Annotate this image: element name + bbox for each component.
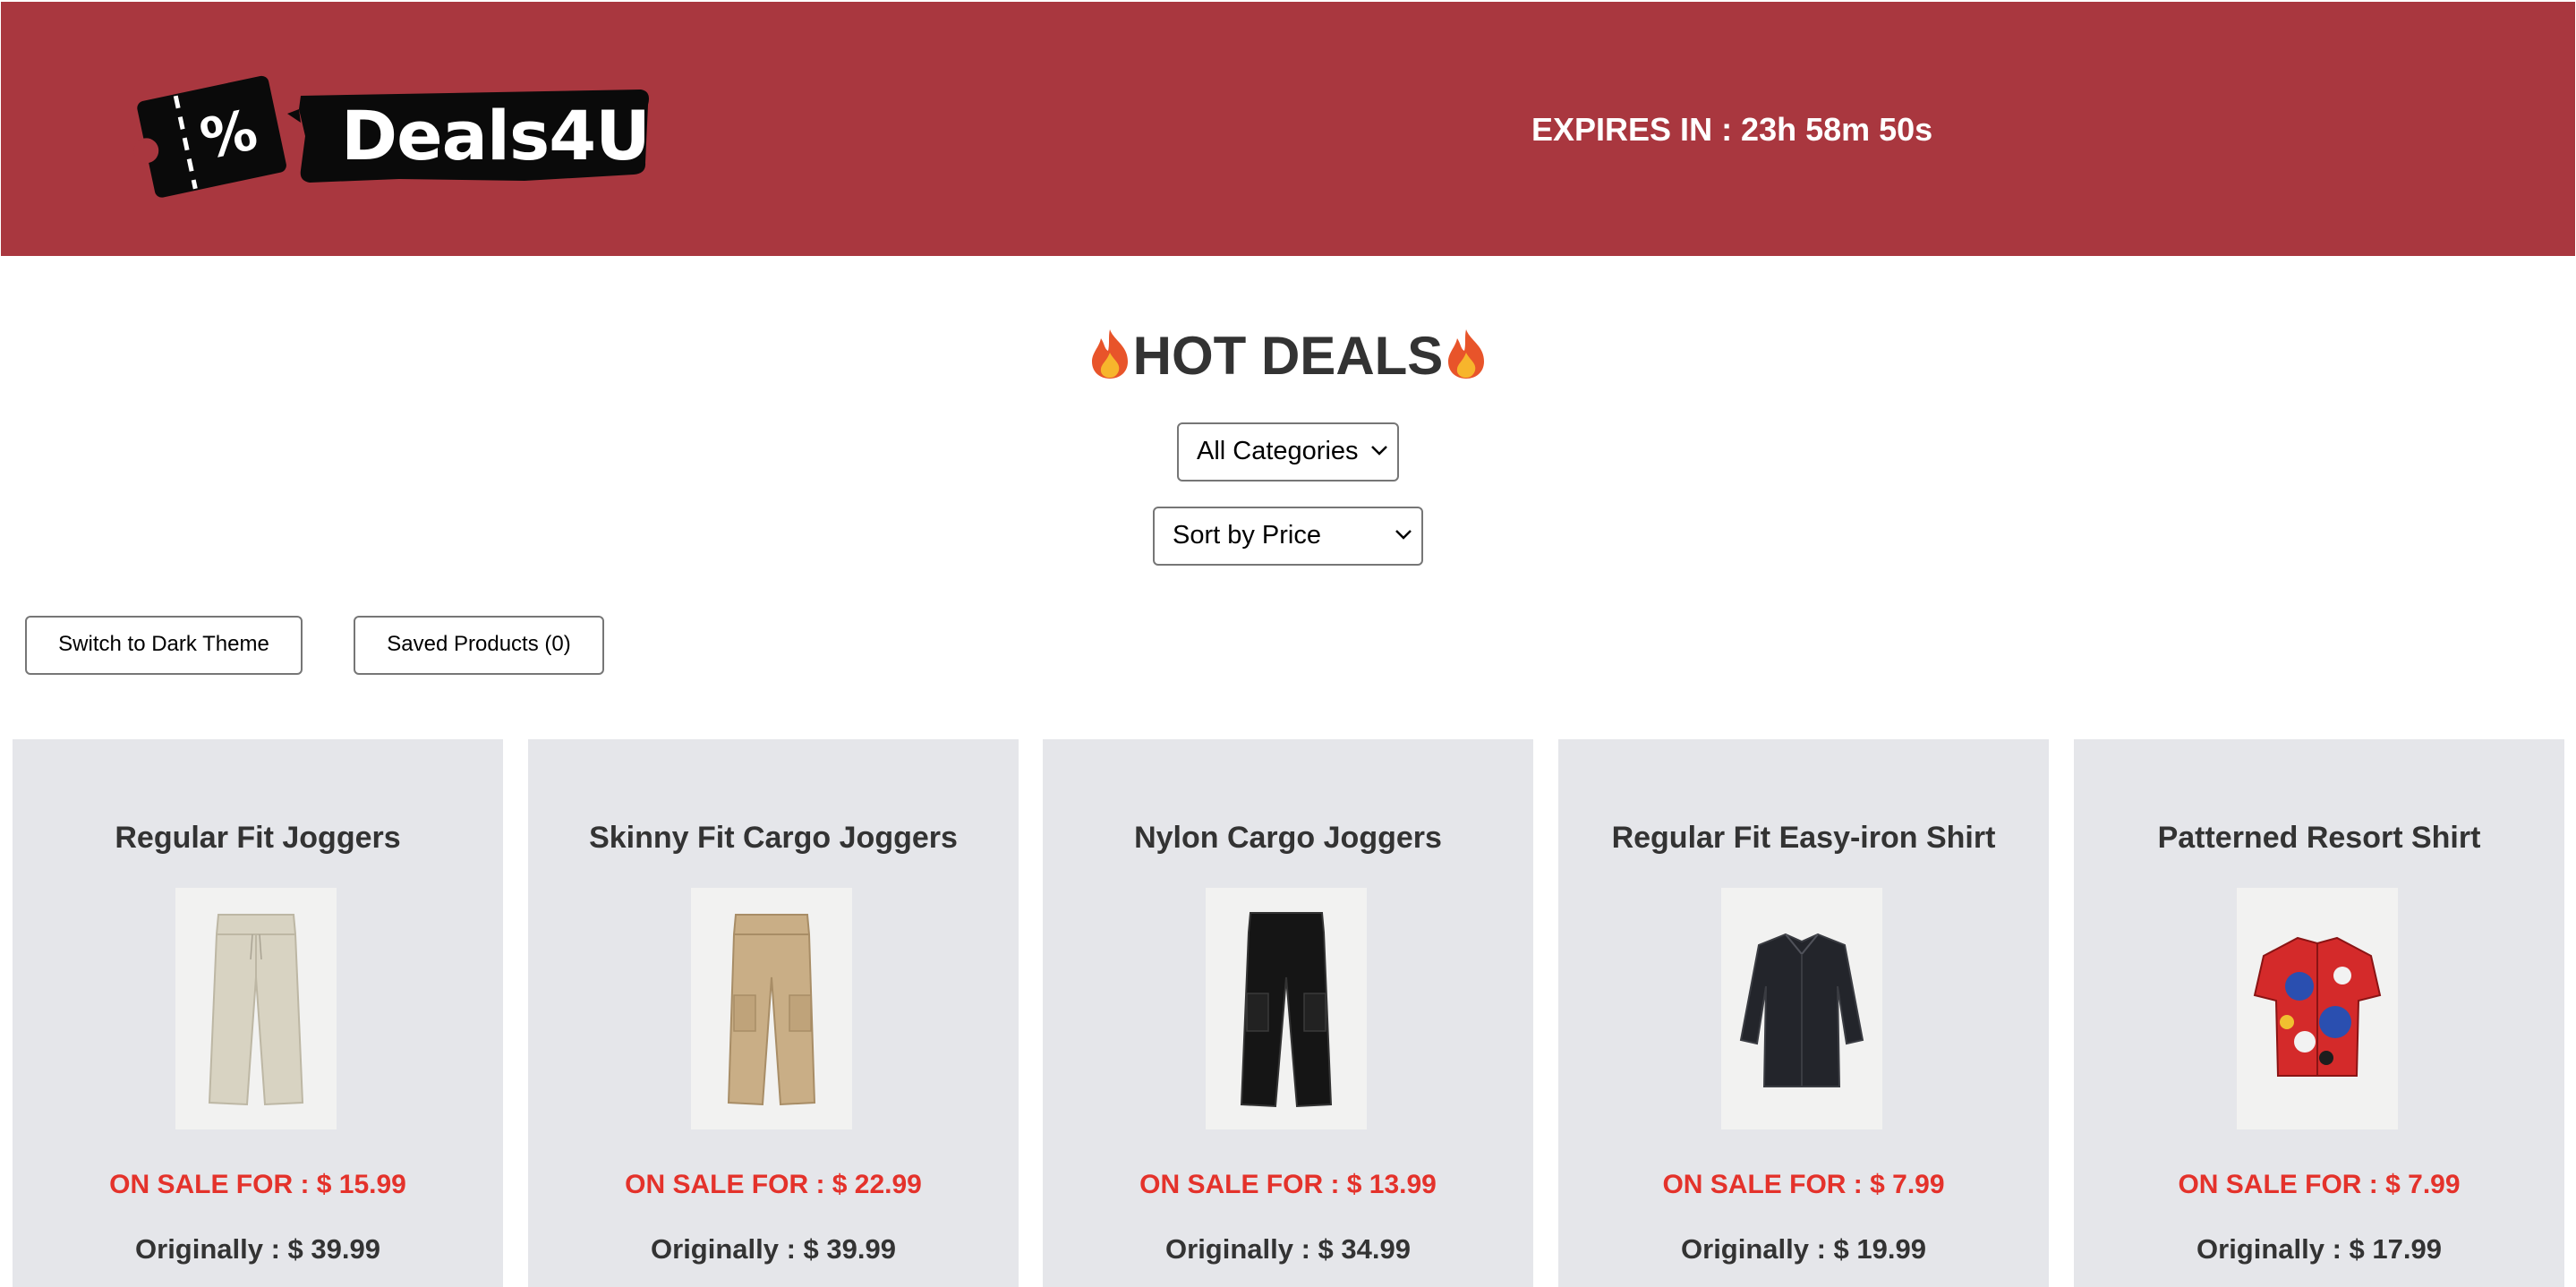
fire-icon xyxy=(1087,328,1133,379)
category-select-value: All Categories xyxy=(1197,437,1359,465)
sale-price: ON SALE FOR : $ 7.99 xyxy=(1662,1170,1945,1199)
original-price: Originally : $ 39.99 xyxy=(651,1233,896,1265)
khaki-cargo-joggers-image xyxy=(691,888,852,1129)
product-title: Regular Fit Joggers xyxy=(115,821,401,855)
sort-select-value: Sort by Price xyxy=(1173,521,1321,550)
product-card[interactable]: Patterned Resort Shirt ON SALE FOR : $ 7… xyxy=(2074,739,2564,1287)
sort-select[interactable]: Sort by Price xyxy=(1153,507,1423,566)
product-card[interactable]: Nylon Cargo Joggers ON SALE FOR : $ 13.9… xyxy=(1043,739,1533,1287)
original-price: Originally : $ 34.99 xyxy=(1165,1233,1411,1265)
deals4u-logo[interactable]: % Deals4U xyxy=(131,73,651,217)
original-price: Originally : $ 39.99 xyxy=(135,1233,380,1265)
logo-text: Deals4U xyxy=(341,96,651,175)
product-title: Nylon Cargo Joggers xyxy=(1134,821,1442,855)
sale-price: ON SALE FOR : $ 13.99 xyxy=(1139,1170,1437,1199)
chevron-down-icon xyxy=(1371,446,1387,456)
page-title: HOT DEALS xyxy=(0,324,2576,388)
expiry-timer: EXPIRES IN : 23h 58m 50s xyxy=(1531,111,1933,148)
beige-joggers-image xyxy=(175,888,337,1129)
original-price: Originally : $ 17.99 xyxy=(2196,1233,2442,1265)
product-card[interactable]: Regular Fit Easy-iron Shirt ON SALE FOR … xyxy=(1558,739,2049,1287)
page-title-text: HOT DEALS xyxy=(1132,326,1444,386)
site-header: % Deals4U EXPIRES IN : 23h 58m 50s xyxy=(1,2,2575,256)
black-cargo-joggers-image xyxy=(1206,888,1367,1129)
sale-price: ON SALE FOR : $ 22.99 xyxy=(625,1170,922,1199)
chevron-down-icon xyxy=(1395,530,1412,540)
product-title: Patterned Resort Shirt xyxy=(2157,821,2481,855)
saved-products-button[interactable]: Saved Products (0) xyxy=(354,616,604,675)
product-title: Regular Fit Easy-iron Shirt xyxy=(1611,821,1996,855)
switch-theme-button[interactable]: Switch to Dark Theme xyxy=(25,616,303,675)
sale-price: ON SALE FOR : $ 15.99 xyxy=(109,1170,406,1199)
category-select[interactable]: All Categories xyxy=(1177,422,1399,482)
product-card[interactable]: Skinny Fit Cargo Joggers ON SALE FOR : $… xyxy=(528,739,1019,1287)
fire-icon xyxy=(1443,328,1489,379)
original-price: Originally : $ 19.99 xyxy=(1681,1233,1926,1265)
black-shirt-image xyxy=(1721,888,1882,1129)
product-card[interactable]: Regular Fit Joggers ON SALE FOR : $ 15.9… xyxy=(13,739,503,1287)
sale-price: ON SALE FOR : $ 7.99 xyxy=(2178,1170,2461,1199)
product-title: Skinny Fit Cargo Joggers xyxy=(589,821,958,855)
patterned-resort-shirt-image xyxy=(2237,888,2398,1129)
